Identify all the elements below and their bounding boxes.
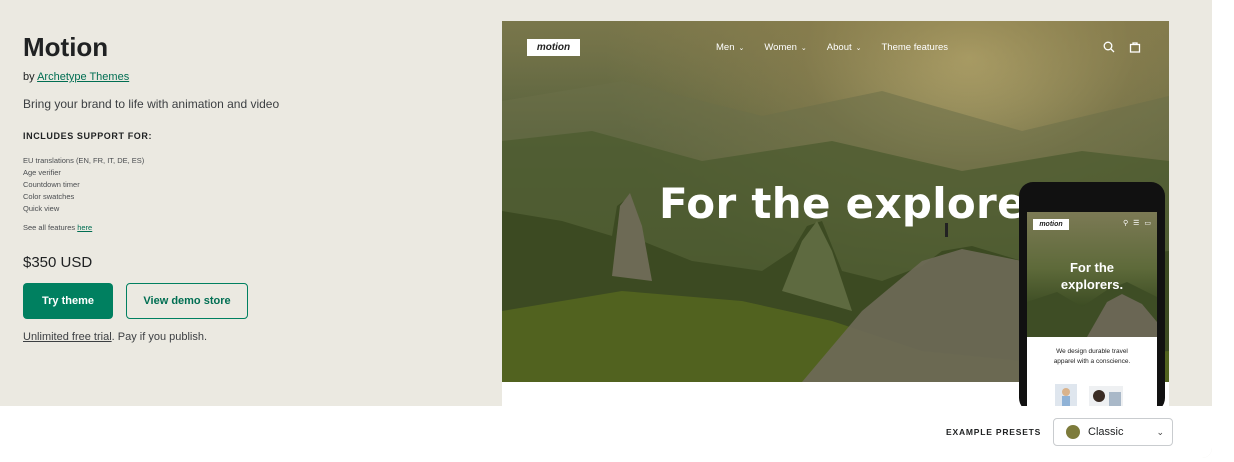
by-prefix: by xyxy=(23,71,35,83)
preset-value: Classic xyxy=(1088,426,1124,438)
feature-item: Countdown timer xyxy=(23,180,80,189)
nav-item-theme-features[interactable]: Theme features xyxy=(882,42,949,53)
see-all-link[interactable]: here xyxy=(77,223,92,232)
view-demo-button[interactable]: View demo store xyxy=(126,283,248,319)
mobile-hero-title-line: explorers. xyxy=(1060,277,1124,292)
cart-icon[interactable] xyxy=(1129,41,1141,53)
mobile-store-logo[interactable]: motion xyxy=(1033,219,1069,230)
presets-label: EXAMPLE PRESETS xyxy=(946,427,1042,437)
chevron-down-icon: ⌄ xyxy=(1156,426,1164,437)
theme-author: by Archetype Themes xyxy=(23,71,463,83)
try-theme-button[interactable]: Try theme xyxy=(23,283,113,319)
mobile-hero-title-line: For the xyxy=(1069,260,1115,275)
nav-label: Women xyxy=(764,42,797,53)
chevron-down-icon: ⌄ xyxy=(855,44,862,52)
theme-price: $350 USD xyxy=(23,254,93,271)
menu-icon[interactable]: ☰ xyxy=(1133,219,1139,227)
nav-label: Theme features xyxy=(881,42,949,53)
cart-icon[interactable]: ▭ xyxy=(1144,219,1151,227)
theme-tagline: Bring your brand to life with animation … xyxy=(23,97,280,111)
preset-select[interactable]: Classic ⌄ xyxy=(1053,418,1173,446)
mobile-hero-title: For the explorers. xyxy=(1027,259,1157,293)
nav-item-men[interactable]: Men ⌄ xyxy=(716,42,744,53)
mobile-preview[interactable]: motion ⚲ ☰ ▭ For the explorers. We desig… xyxy=(1019,182,1165,412)
see-all-features: See all features here xyxy=(23,223,463,232)
store-nav: Men ⌄ Women ⌄ About ⌄ Theme features xyxy=(716,42,948,53)
mobile-tagline: We design durable travel apparel with a … xyxy=(1027,347,1157,367)
theme-title: Motion xyxy=(23,32,109,62)
theme-card: Motion by Archetype Themes Bring your br… xyxy=(0,0,1212,458)
trial-rest: . Pay if you publish. xyxy=(111,331,208,343)
feature-item: Color swatches xyxy=(23,192,75,201)
nav-label: Men xyxy=(716,42,735,53)
feature-item: EU translations (EN, FR, IT, DE, ES) xyxy=(23,156,145,165)
mobile-screen: motion ⚲ ☰ ▭ For the explorers. We desig… xyxy=(1027,212,1157,412)
chevron-down-icon: ⌄ xyxy=(738,44,745,52)
author-link[interactable]: Archetype Themes xyxy=(37,71,129,83)
feature-list: EU translations (EN, FR, IT, DE, ES) Age… xyxy=(23,155,463,215)
presets-bar: EXAMPLE PRESETS Classic ⌄ xyxy=(0,406,1212,458)
action-buttons: Try theme View demo store xyxy=(23,283,463,319)
nav-item-women[interactable]: Women ⌄ xyxy=(764,42,806,53)
mobile-nav-icons: ⚲ ☰ ▭ xyxy=(1123,219,1151,227)
nav-item-about[interactable]: About ⌄ xyxy=(827,42,862,53)
trial-note: Unlimited free trial. Pay if you publish… xyxy=(23,331,463,343)
support-title: INCLUDES SUPPORT FOR: xyxy=(23,131,153,141)
feature-item: Age verifier xyxy=(23,168,61,177)
preset-color-swatch xyxy=(1066,425,1080,439)
free-trial-link[interactable]: Unlimited free trial xyxy=(23,331,112,343)
mobile-tagline-line: apparel with a conscience. xyxy=(1053,358,1131,365)
see-all-text: See all features xyxy=(23,223,76,232)
nav-label: About xyxy=(826,42,852,53)
store-nav-icons xyxy=(1103,41,1141,53)
theme-info: Motion by Archetype Themes Bring your br… xyxy=(23,32,463,343)
search-icon[interactable] xyxy=(1103,41,1115,53)
store-logo[interactable]: motion xyxy=(527,39,580,56)
search-icon[interactable]: ⚲ xyxy=(1123,219,1128,227)
feature-item: Quick view xyxy=(23,204,60,213)
chevron-down-icon: ⌄ xyxy=(800,44,807,52)
mobile-tagline-line: We design durable travel xyxy=(1056,348,1128,355)
